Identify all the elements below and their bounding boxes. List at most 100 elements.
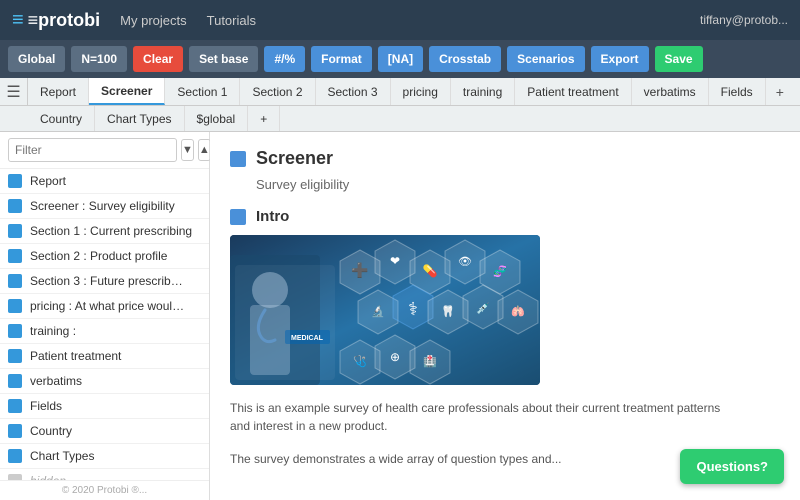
filter-sort-asc-button[interactable]: ▲ <box>198 139 211 161</box>
toolbar: Global N=100 Clear Set base #/% Format [… <box>0 40 800 78</box>
description-text-1: This is an example survey of health care… <box>230 399 730 435</box>
item-label: Section 2 : Product profile <box>30 249 167 263</box>
list-item[interactable]: training : <box>0 319 209 344</box>
content-area: Screener Survey eligibility Intro <box>210 132 800 500</box>
tab-patient-treatment[interactable]: Patient treatment <box>515 78 631 105</box>
svg-text:🏥: 🏥 <box>423 355 437 368</box>
scenarios-button[interactable]: Scenarios <box>507 46 584 72</box>
item-color-box <box>8 224 22 238</box>
medical-intro-image: ➕ ❤ 💊 👁 🧬 🔬 ⚕ <box>230 235 540 385</box>
intro-header: Intro <box>230 208 780 225</box>
svg-text:🦷: 🦷 <box>441 305 455 318</box>
sub-tabs: Country Chart Types $global + <box>0 106 800 132</box>
global-button[interactable]: Global <box>8 46 65 72</box>
sub-tab-add[interactable]: + <box>248 106 280 131</box>
tab-verbatims[interactable]: verbatims <box>632 78 709 105</box>
top-nav: ≡ ≡protobi My projects Tutorials tiffany… <box>0 0 800 40</box>
svg-text:💉: 💉 <box>476 302 490 315</box>
sub-tab-chart-types[interactable]: Chart Types <box>95 106 184 131</box>
item-color-box <box>8 424 22 438</box>
item-color-box <box>8 449 22 463</box>
list-item[interactable]: Patient treatment <box>0 344 209 369</box>
list-item[interactable]: Screener : Survey eligibility <box>0 194 209 219</box>
crosstab-button[interactable]: Crosstab <box>429 46 501 72</box>
list-item[interactable]: Chart Types <box>0 444 209 469</box>
item-color-box <box>8 399 22 413</box>
item-color-box <box>8 324 22 338</box>
svg-text:⚕: ⚕ <box>408 299 418 319</box>
svg-text:🔬: 🔬 <box>371 304 385 318</box>
item-label: verbatims <box>30 374 82 388</box>
app-logo: ≡ ≡protobi <box>12 9 100 32</box>
svg-text:💊: 💊 <box>423 263 438 278</box>
logo-area: ≡ ≡protobi My projects Tutorials <box>12 9 256 32</box>
na-button[interactable]: [NA] <box>378 46 423 72</box>
item-label: Patient treatment <box>30 349 121 363</box>
filter-input[interactable] <box>8 138 177 162</box>
sub-tab-global[interactable]: $global <box>185 106 249 131</box>
tab-section3[interactable]: Section 3 <box>316 78 391 105</box>
tab-section1[interactable]: Section 1 <box>165 78 240 105</box>
item-color-box <box>8 274 22 288</box>
list-item[interactable]: Country <box>0 419 209 444</box>
list-item[interactable]: Section 2 : Product profile <box>0 244 209 269</box>
item-label: Report <box>30 174 66 188</box>
svg-text:🫁: 🫁 <box>511 305 525 318</box>
item-label: Fields <box>30 399 62 413</box>
item-label: Country <box>30 424 72 438</box>
collapse-sidebar-button[interactable]: ☰ <box>0 78 28 105</box>
intro-color-box <box>230 209 246 225</box>
section-tabs: ☰ Report Screener Section 1 Section 2 Se… <box>0 78 800 106</box>
svg-text:MEDICAL: MEDICAL <box>291 335 324 342</box>
item-label: Section 1 : Current prescribing <box>30 224 192 238</box>
clear-button[interactable]: Clear <box>133 46 183 72</box>
logo-text: ≡protobi <box>28 10 100 31</box>
svg-text:👁: 👁 <box>458 256 472 268</box>
screener-color-box <box>230 151 246 167</box>
nav-my-projects[interactable]: My projects <box>120 13 186 28</box>
user-email: tiffany@protob... <box>700 13 788 27</box>
svg-text:➕: ➕ <box>351 262 368 279</box>
svg-text:🩺: 🩺 <box>353 355 367 368</box>
tab-screener[interactable]: Screener <box>89 78 165 105</box>
tab-report[interactable]: Report <box>28 78 89 105</box>
tab-add-button[interactable]: + <box>766 78 794 105</box>
item-color-box <box>8 174 22 188</box>
list-item[interactable]: Report <box>0 169 209 194</box>
main-layout: ▼ ▲ Report Screener : Survey eligibility… <box>0 132 800 500</box>
tab-pricing[interactable]: pricing <box>391 78 451 105</box>
list-item-hidden[interactable]: hidden <box>0 469 209 480</box>
tab-fields[interactable]: Fields <box>709 78 766 105</box>
save-button[interactable]: Save <box>655 46 703 72</box>
hash-button[interactable]: #/% <box>264 46 305 72</box>
list-item[interactable]: Section 3 : Future prescribing N... <box>0 269 209 294</box>
item-color-box <box>8 249 22 263</box>
list-item[interactable]: Section 1 : Current prescribing <box>0 219 209 244</box>
tab-section2[interactable]: Section 2 <box>240 78 315 105</box>
list-item[interactable]: verbatims <box>0 369 209 394</box>
export-button[interactable]: Export <box>591 46 649 72</box>
screener-subtitle: Survey eligibility <box>256 177 780 192</box>
item-label: Chart Types <box>30 449 94 463</box>
description-text-2: The survey demonstrates a wide array of … <box>230 450 730 468</box>
logo-icon: ≡ <box>12 9 24 32</box>
questions-button[interactable]: Questions? <box>680 449 784 484</box>
screener-section-header: Screener <box>230 148 780 169</box>
setbase-button[interactable]: Set base <box>189 46 258 72</box>
sub-tab-country[interactable]: Country <box>28 106 95 131</box>
item-color-box <box>8 349 22 363</box>
list-item[interactable]: pricing : At what price would yo... <box>0 294 209 319</box>
tab-training[interactable]: training <box>451 78 515 105</box>
format-button[interactable]: Format <box>311 46 372 72</box>
list-item[interactable]: Fields <box>0 394 209 419</box>
svg-text:⊕: ⊕ <box>390 350 400 364</box>
nav-tutorials[interactable]: Tutorials <box>207 13 256 28</box>
intro-title: Intro <box>256 208 289 225</box>
item-color-box <box>8 199 22 213</box>
svg-text:🧬: 🧬 <box>493 264 507 278</box>
n100-button[interactable]: N=100 <box>71 46 127 72</box>
filter-sort-desc-button[interactable]: ▼ <box>181 139 194 161</box>
medical-svg: ➕ ❤ 💊 👁 🧬 🔬 ⚕ <box>230 235 540 385</box>
svg-text:❤: ❤ <box>390 254 400 268</box>
sidebar: ▼ ▲ Report Screener : Survey eligibility… <box>0 132 210 500</box>
